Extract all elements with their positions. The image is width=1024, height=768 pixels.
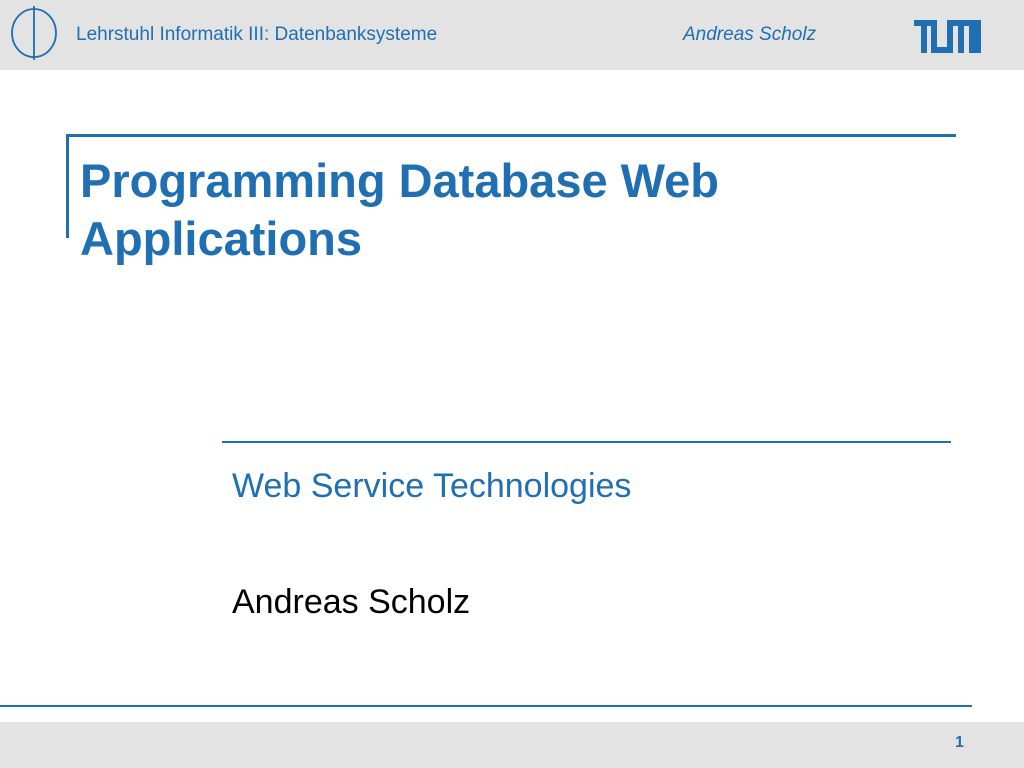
subtitle-divider [222,441,951,443]
header-bar: Lehrstuhl Informatik III: Datenbanksyste… [0,0,1024,70]
slide-author: Andreas Scholz [232,583,471,621]
university-seal-icon [11,6,57,60]
slide-subtitle: Web Service Technologies [232,467,632,505]
chair-name: Lehrstuhl Informatik III: Datenbanksyste… [76,24,438,45]
page-number: 1 [955,734,964,751]
footer-bar [0,722,1024,768]
header-author: Andreas Scholz [683,24,817,45]
tum-logo-icon [914,20,981,53]
footer-divider [0,705,972,707]
slide-title: Programming Database Web Applications [80,154,720,265]
